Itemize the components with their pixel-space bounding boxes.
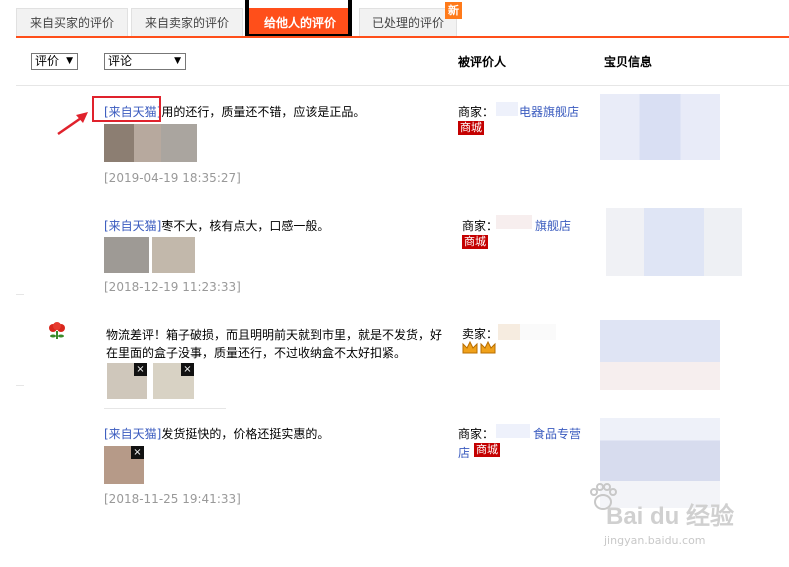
rating-filter-value: 评价 [35, 54, 60, 68]
mall-badge: 商城 [458, 121, 484, 135]
watermark-brand: Bai du 经验 [606, 503, 735, 530]
row-marker [16, 294, 24, 295]
redacted-shop-name [496, 215, 532, 229]
annotation-highlight-box [92, 96, 161, 122]
item-thumbnail[interactable] [606, 208, 742, 276]
remove-photo-button[interactable]: × [131, 446, 144, 459]
dropdown-arrow-icon: ▼ [174, 56, 181, 66]
item-thumbnail[interactable] [600, 94, 720, 160]
review-date: [2019-04-19 18:35:27] [104, 171, 241, 185]
item-thumbnail[interactable] [600, 418, 720, 508]
tmall-source-link[interactable]: [来自天猫] [104, 427, 161, 441]
review-body: 发货挺快的，价格还挺实惠的。 [161, 427, 330, 441]
tab-from-buyers[interactable]: 来自买家的评价 [16, 8, 128, 36]
active-tab-highlight-frame [245, 0, 352, 38]
review-photo[interactable]: × [104, 446, 144, 484]
header-divider [16, 85, 789, 86]
crown-level-icon [462, 340, 496, 354]
shop-link[interactable]: 食品专营 [533, 425, 581, 442]
redacted-shop-name [496, 424, 530, 438]
item-thumbnail[interactable] [600, 320, 720, 390]
review-photo[interactable] [161, 124, 197, 162]
comment-filter-select[interactable]: 评论 ▼ [104, 53, 186, 70]
row-marker [16, 385, 24, 386]
review-photo[interactable] [104, 124, 134, 162]
review-date: [2018-11-25 19:41:33] [104, 492, 241, 506]
tabs-underline [16, 36, 789, 38]
tab-processed[interactable]: 已处理的评价 [359, 8, 457, 36]
review-body: 枣不大，核有点大，口感一般。 [161, 219, 330, 233]
review-photo[interactable] [104, 237, 149, 273]
shop-link-continued[interactable]: 店 [458, 444, 470, 461]
remove-photo-button[interactable]: × [181, 363, 194, 376]
redacted-seller-name [520, 324, 556, 340]
comment-filter-value: 评论 [108, 54, 133, 68]
redacted-shop-name [496, 102, 518, 116]
mall-badge: 商城 [474, 443, 500, 457]
shop-link[interactable]: 电器旗舰店 [519, 103, 579, 120]
review-text: [来自天猫]发货挺快的，价格还挺实惠的。 [104, 425, 329, 442]
review-text-line: 在里面的盒子没事，质量还行，不过收纳盒不太好扣紧。 [106, 346, 407, 360]
review-photo[interactable] [134, 124, 161, 162]
flower-rating-icon [49, 322, 65, 339]
review-body: 用的还行，质量还不错，应该是正品。 [161, 105, 366, 119]
shop-link[interactable]: 旗舰店 [535, 217, 571, 234]
tab-from-sellers[interactable]: 来自卖家的评价 [131, 8, 243, 36]
annotation-arrow-icon [57, 112, 88, 136]
review-text-line: 物流差评！箱子破损，而且明明前天就到市里，就是不发货，好 [106, 328, 443, 342]
review-photo[interactable]: × [107, 363, 147, 399]
remove-photo-button[interactable]: × [134, 363, 147, 376]
review-text: [来自天猫]枣不大，核有点大，口感一般。 [104, 217, 329, 234]
merchant-label: 商家： [458, 427, 495, 441]
tmall-source-link[interactable]: [来自天猫] [104, 219, 161, 233]
mall-badge: 商城 [462, 235, 488, 249]
new-badge: 新 [445, 2, 462, 19]
rating-filter-select[interactable]: 评价 ▼ [31, 53, 78, 70]
review-photo[interactable] [152, 237, 195, 273]
review-date: [2018-12-19 11:23:33] [104, 280, 241, 294]
redacted-seller-name [498, 324, 520, 340]
column-rated-person: 被评价人 [458, 55, 507, 69]
watermark-url: jingyan.baidu.com [604, 534, 706, 547]
row-divider [104, 408, 226, 409]
merchant-label: 商家： [462, 219, 499, 233]
review-photo[interactable]: × [153, 363, 194, 399]
review-tabs: 来自买家的评价 来自卖家的评价 给他人的评价 已处理的评价 [16, 8, 789, 38]
column-item-info: 宝贝信息 [604, 55, 653, 69]
merchant-label: 商家： [458, 105, 495, 119]
dropdown-arrow-icon: ▼ [66, 56, 73, 66]
